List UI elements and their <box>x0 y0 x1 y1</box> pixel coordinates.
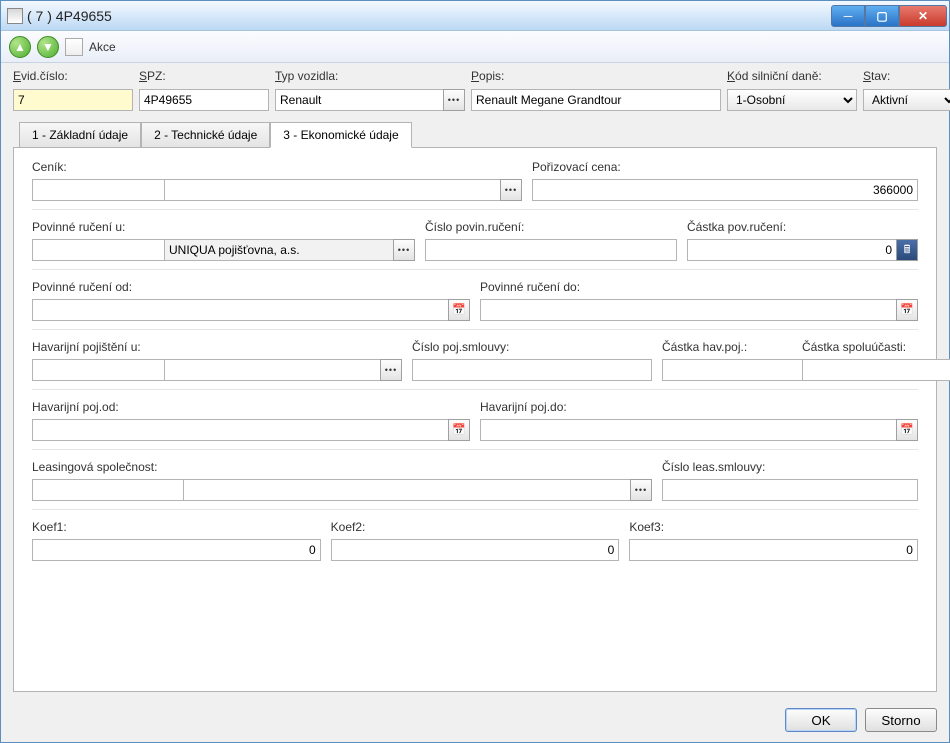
hav-od-calendar-button[interactable] <box>448 419 470 441</box>
akce-icon[interactable] <box>65 38 83 56</box>
hav-do-calendar-button[interactable] <box>896 419 918 441</box>
castka-hav-label: Částka hav.poj.: <box>662 340 792 354</box>
pov-do-label: Povinné ručení do: <box>480 280 918 294</box>
koef3-input[interactable] <box>629 539 918 561</box>
kod-label: Kód silniční daně: <box>727 69 857 83</box>
hav-od-input[interactable] <box>32 419 448 441</box>
window-title: ( 7 ) 4P49655 <box>27 8 831 24</box>
leas-text-lookup-button[interactable] <box>630 479 652 501</box>
stav-label: Stav: <box>863 69 950 83</box>
castka-spolu-input[interactable] <box>802 359 950 381</box>
cenik-text-input[interactable] <box>164 179 500 201</box>
tab-zakladni[interactable]: 1 - Základní údaje <box>19 122 141 148</box>
content-area: Evid.číslo: SPZ: Typ vozidla: Popis: Kód… <box>1 63 949 700</box>
minimize-button[interactable]: ─ <box>831 5 865 27</box>
spz-input[interactable] <box>139 89 269 111</box>
cenik-label: Ceník: <box>32 160 522 174</box>
popis-input[interactable] <box>471 89 721 111</box>
storno-button[interactable]: Storno <box>865 708 937 732</box>
evid-input[interactable] <box>13 89 133 111</box>
pov-u-label: Povinné ručení u: <box>32 220 415 234</box>
cislo-leas-label: Číslo leas.smlouvy: <box>662 460 918 474</box>
porizovaci-label: Pořizovací cena: <box>532 160 918 174</box>
koef2-input[interactable] <box>331 539 620 561</box>
pov-do-input[interactable] <box>480 299 896 321</box>
castka-pov-label: Částka pov.ručení: <box>687 220 918 234</box>
castka-spolu-label: Částka spoluúčasti: <box>802 340 932 354</box>
titlebar: ( 7 ) 4P49655 ─ ▢ ✕ <box>1 1 949 31</box>
hav-u-text-lookup-button[interactable] <box>380 359 402 381</box>
stav-select[interactable]: Aktivní <box>863 89 950 111</box>
pov-od-input[interactable] <box>32 299 448 321</box>
cislo-pov-input[interactable] <box>425 239 677 261</box>
tab-technicke[interactable]: 2 - Technické údaje <box>141 122 270 148</box>
pov-u-text-lookup-button[interactable] <box>393 239 415 261</box>
leas-label: Leasingová společnost: <box>32 460 652 474</box>
hav-u-label: Havarijní pojištění u: <box>32 340 402 354</box>
castka-pov-input[interactable] <box>687 239 896 261</box>
spz-label: SPZ: <box>139 69 269 83</box>
pov-od-label: Povinné ručení od: <box>32 280 470 294</box>
koef1-input[interactable] <box>32 539 321 561</box>
leas-text-input[interactable] <box>183 479 630 501</box>
cislo-pov-label: Číslo povin.ručení: <box>425 220 677 234</box>
pov-od-calendar-button[interactable] <box>448 299 470 321</box>
castka-pov-calc-button[interactable] <box>896 239 918 261</box>
pov-u-text-input[interactable] <box>164 239 393 261</box>
up-arrow-icon[interactable]: ▲ <box>9 36 31 58</box>
tab-strip: 1 - Základní údaje 2 - Technické údaje 3… <box>13 121 937 148</box>
hav-do-input[interactable] <box>480 419 896 441</box>
toolbar: ▲ ▼ Akce <box>1 31 949 63</box>
dialog-buttons: OK Storno <box>1 700 949 742</box>
cenik-text-lookup-button[interactable] <box>500 179 522 201</box>
akce-label[interactable]: Akce <box>89 40 116 54</box>
header-fields: Evid.číslo: SPZ: Typ vozidla: Popis: Kód… <box>13 69 937 111</box>
tab-body-ekonomicke: Ceník: Pořizovací cena: <box>13 148 937 692</box>
app-icon <box>7 8 23 24</box>
koef1-label: Koef1: <box>32 520 321 534</box>
down-arrow-icon[interactable]: ▼ <box>37 36 59 58</box>
tab-ekonomicke[interactable]: 3 - Ekonomické údaje <box>270 122 411 148</box>
cislo-poj-label: Číslo poj.smlouvy: <box>412 340 652 354</box>
evid-label: Evid.číslo: <box>13 69 133 83</box>
hav-od-label: Havarijní poj.od: <box>32 400 470 414</box>
app-window: ( 7 ) 4P49655 ─ ▢ ✕ ▲ ▼ Akce Evid.číslo:… <box>0 0 950 743</box>
cislo-leas-input[interactable] <box>662 479 918 501</box>
koef2-label: Koef2: <box>331 520 620 534</box>
close-button[interactable]: ✕ <box>899 5 947 27</box>
typ-input[interactable] <box>275 89 443 111</box>
pov-do-calendar-button[interactable] <box>896 299 918 321</box>
typ-label: Typ vozidla: <box>275 69 465 83</box>
koef3-label: Koef3: <box>629 520 918 534</box>
typ-lookup-button[interactable] <box>443 89 465 111</box>
ok-button[interactable]: OK <box>785 708 857 732</box>
hav-u-text-input[interactable] <box>164 359 380 381</box>
kod-select[interactable]: 1-Osobní <box>727 89 857 111</box>
cislo-poj-input[interactable] <box>412 359 652 381</box>
hav-do-label: Havarijní poj.do: <box>480 400 918 414</box>
maximize-button[interactable]: ▢ <box>865 5 899 27</box>
leas-code-input[interactable] <box>32 479 196 501</box>
porizovaci-input[interactable] <box>532 179 918 201</box>
popis-label: Popis: <box>471 69 721 83</box>
